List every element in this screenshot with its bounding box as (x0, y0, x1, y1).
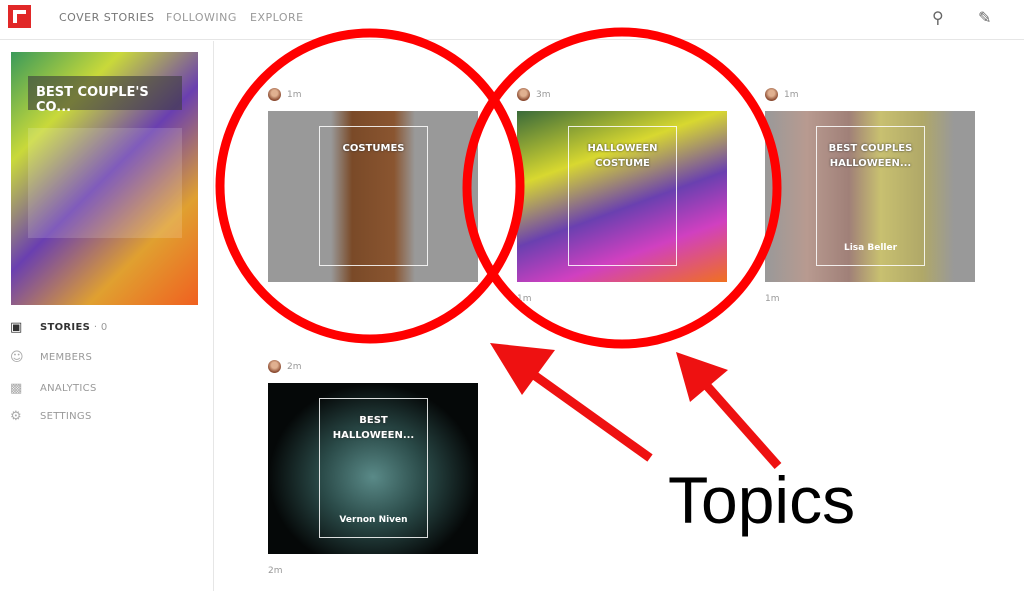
avatar (765, 88, 778, 101)
title-frame: HALLOWEEN COSTUME (568, 126, 677, 266)
avatar (268, 360, 281, 373)
magazine-title: BEST COUPLE'S CO... (28, 76, 182, 115)
sidebar-item-label: MEMBERS (40, 352, 93, 363)
timestamp: 3m (536, 89, 551, 100)
pencil-icon[interactable]: ✎ (978, 8, 991, 27)
sidebar-item-stories[interactable]: ▣ STORIES · 0 (10, 320, 108, 335)
timestamp: 1m (287, 89, 302, 100)
search-icon[interactable]: ⚲ (932, 8, 944, 27)
story-title: BEST COUPLES HALLOWEEN... (828, 143, 913, 169)
story-thumbnail[interactable]: HALLOWEEN COSTUME (517, 111, 727, 282)
story-title: BEST HALLOWEEN... (332, 415, 415, 441)
annotation-label: Topics (668, 463, 856, 537)
add-user-icon: ☺ (10, 350, 24, 365)
sidebar-item-settings[interactable]: ⚙ SETTINGS (10, 409, 92, 424)
nav-following[interactable]: FOLLOWING (166, 11, 237, 24)
title-frame: BEST COUPLES HALLOWEEN... Lisa Beller (816, 126, 925, 266)
sidebar-divider (213, 41, 214, 591)
monitor-icon: ▣ (10, 320, 23, 335)
timestamp: 1m (517, 294, 532, 304)
nav-cover-stories[interactable]: COVER STORIES (59, 11, 154, 24)
avatar (268, 88, 281, 101)
story-thumbnail[interactable]: BEST COUPLES HALLOWEEN... Lisa Beller (765, 111, 975, 282)
story-author: Vernon Niven (339, 515, 408, 525)
timestamp: 1m (765, 294, 780, 304)
sidebar-item-analytics[interactable]: ▩ ANALYTICS (10, 381, 97, 396)
sidebar-item-label: SETTINGS (40, 411, 92, 422)
story-card[interactable]: 2m BEST HALLOWEEN... Vernon Niven 2m (268, 360, 478, 576)
story-card[interactable]: 1m COSTUMES (268, 88, 478, 282)
story-thumbnail[interactable]: COSTUMES (268, 111, 478, 282)
bar-chart-icon: ▩ (10, 381, 23, 396)
story-thumbnail[interactable]: BEST HALLOWEEN... Vernon Niven (268, 383, 478, 554)
stories-count: · 0 (93, 322, 108, 333)
annotation-arrow (676, 352, 782, 469)
cover-image-frame (28, 128, 182, 238)
story-title: HALLOWEEN COSTUME (587, 143, 658, 169)
flipboard-logo[interactable] (8, 5, 31, 28)
story-author: Lisa Beller (843, 243, 898, 253)
timestamp: 2m (268, 566, 283, 576)
sidebar-item-label: ANALYTICS (40, 383, 97, 394)
title-frame: COSTUMES (319, 126, 428, 266)
annotation-arrow (490, 343, 653, 462)
story-title: COSTUMES (342, 143, 405, 154)
sidebar-item-members[interactable]: ☺ MEMBERS (10, 350, 92, 365)
story-card[interactable]: 1m BEST COUPLES HALLOWEEN... Lisa Beller … (765, 88, 975, 304)
avatar (517, 88, 530, 101)
story-card[interactable]: 3m HALLOWEEN COSTUME 1m (517, 88, 727, 304)
top-bar: COVER STORIES FOLLOWING EXPLORE ⚲ ✎ (0, 0, 1024, 40)
timestamp: 2m (287, 361, 302, 372)
timestamp: 1m (784, 89, 799, 100)
nav-explore[interactable]: EXPLORE (250, 11, 304, 24)
gear-icon: ⚙ (10, 409, 22, 424)
title-frame: BEST HALLOWEEN... Vernon Niven (319, 398, 428, 538)
sidebar-item-label: STORIES (40, 322, 91, 333)
